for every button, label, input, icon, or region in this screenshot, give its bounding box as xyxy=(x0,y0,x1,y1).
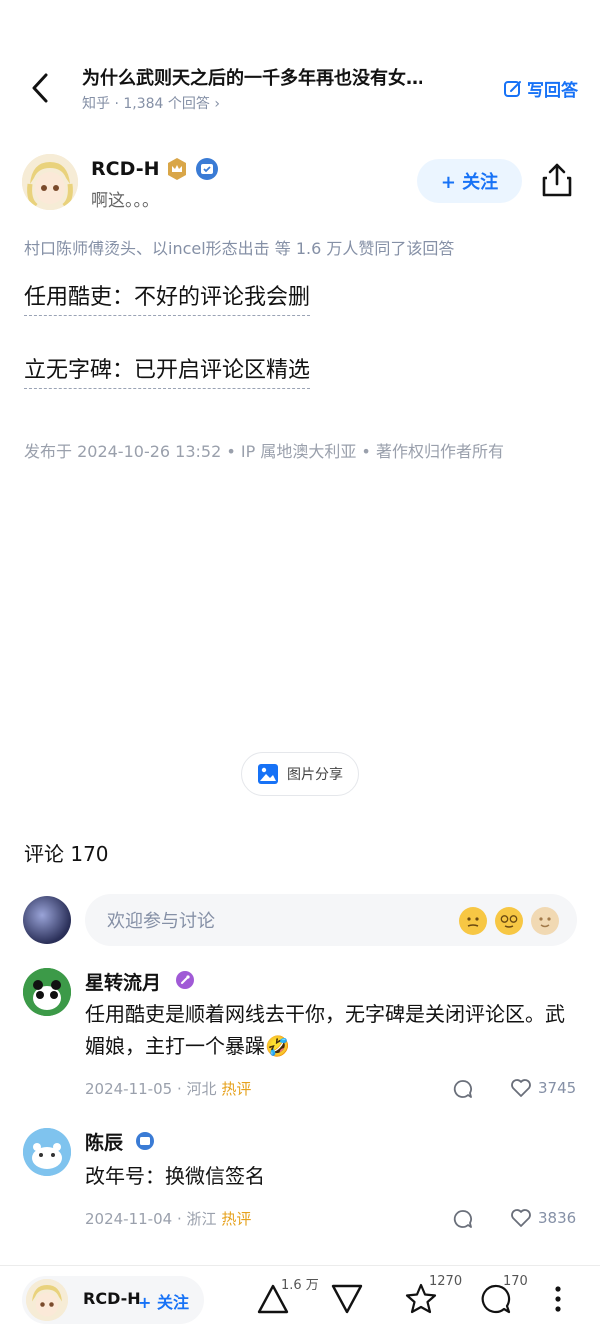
my-avatar[interactable] xyxy=(23,896,71,944)
creator-badge-icon xyxy=(176,971,194,989)
author-avatar[interactable] xyxy=(22,154,78,210)
source-label: 知乎 xyxy=(82,96,110,112)
comment-input[interactable]: 欢迎参与讨论 xyxy=(85,894,577,946)
like-button[interactable]: 3745 xyxy=(510,1078,576,1098)
hot-comment-tag: 热评 xyxy=(221,1210,252,1228)
header: 为什么武则天之后的一千多年再也没有女… 知乎 · 1,384 个回答 › 写回答 xyxy=(0,0,600,140)
comment-date: 2024-11-04 xyxy=(85,1210,173,1228)
question-subtitle[interactable]: 知乎 · 1,384 个回答 › xyxy=(82,93,220,113)
commenter-avatar[interactable] xyxy=(23,968,71,1016)
comment-date: 2024-11-05 xyxy=(85,1080,173,1098)
comment-input-placeholder: 欢迎参与讨论 xyxy=(107,911,215,932)
heart-icon xyxy=(511,1079,531,1097)
follow-button[interactable]: + 关注 xyxy=(417,159,522,203)
bottom-author-name: RCD-H xyxy=(83,1289,141,1308)
favorite-count: 1270 xyxy=(429,1274,463,1289)
comment-text: 任用酷吏是顺着网线去干你，无字碑是关闭评论区。武媚娘，主打一个暴躁🤣 xyxy=(85,1002,565,1058)
author-name[interactable]: RCD-H xyxy=(91,158,160,180)
comment-meta: 2024-11-04 · 浙江 热评 xyxy=(85,1210,252,1228)
write-answer-label: 写回答 xyxy=(527,81,578,101)
bottom-action-bar: RCD-H + 关注 1.6 万 1270 170 xyxy=(0,1265,600,1333)
crown-badge-icon xyxy=(168,158,186,180)
downvote-icon[interactable] xyxy=(330,1282,364,1316)
answer-line: 立无字碑：已开启评论区精选 xyxy=(24,352,311,389)
author-avatar xyxy=(26,1279,68,1321)
emoji-thinking-icon[interactable] xyxy=(459,907,487,935)
back-arrow-icon[interactable] xyxy=(26,70,56,106)
comment-item: 星转流月 任用酷吏是顺着网线去干你，无字碑是关闭评论区。武媚娘，主打一个暴躁🤣 … xyxy=(0,968,600,1108)
answer-line: 任用酷吏：不好的评论我会删 xyxy=(24,279,311,316)
anime-avatar-icon xyxy=(22,154,78,210)
reply-icon[interactable] xyxy=(452,1208,474,1230)
emoji-face-icon[interactable] xyxy=(531,907,559,935)
chevron-right-icon: › xyxy=(214,96,220,112)
verified-badge-icon xyxy=(196,158,218,180)
comment-text: 改年号：换微信签名 xyxy=(85,1164,265,1188)
image-share-button[interactable]: 图片分享 xyxy=(241,752,359,796)
commenter-name[interactable]: 陈辰 xyxy=(85,1128,123,1155)
upvote-count: 1.6 万 xyxy=(281,1278,319,1293)
hot-comment-tag: 热评 xyxy=(221,1080,252,1098)
verified-badge-icon xyxy=(136,1132,154,1150)
commenter-name[interactable]: 星转流月 xyxy=(85,968,161,995)
author-row: RCD-H 啊这。。。 + 关注 xyxy=(0,150,600,220)
emoji-glasses-icon[interactable] xyxy=(495,907,523,935)
comment-meta: 2024-11-05 · 河北 热评 xyxy=(85,1080,252,1098)
comments-title: 评论 170 xyxy=(24,842,109,866)
comment-item: 陈辰 改年号：换微信签名 2024-11-04 · 浙江 热评 3836 xyxy=(0,1128,600,1238)
publish-info: 发布于 2024-10-26 13:52 • IP 属地澳大利亚 • 著作权归作… xyxy=(24,442,504,461)
edit-icon xyxy=(504,80,521,97)
comment-count: 170 xyxy=(503,1274,528,1289)
like-count: 3836 xyxy=(538,1209,577,1227)
comment-location: 河北 xyxy=(186,1080,217,1098)
bottom-follow-button[interactable]: + 关注 xyxy=(138,1289,189,1313)
share-icon[interactable] xyxy=(540,162,574,198)
reply-icon[interactable] xyxy=(452,1078,474,1100)
more-icon[interactable] xyxy=(546,1282,570,1316)
answer-count: 1,384 个回答 xyxy=(123,96,210,112)
bottom-author-chip[interactable]: RCD-H + 关注 xyxy=(22,1276,204,1324)
heart-icon xyxy=(511,1209,531,1227)
image-share-label: 图片分享 xyxy=(287,767,343,783)
author-bio: 啊这。。。 xyxy=(91,191,159,211)
like-count: 3745 xyxy=(538,1079,577,1097)
image-icon xyxy=(258,764,278,784)
like-button[interactable]: 3836 xyxy=(510,1208,576,1228)
comment-location: 浙江 xyxy=(186,1210,217,1228)
question-title[interactable]: 为什么武则天之后的一千多年再也没有女… xyxy=(82,64,422,90)
write-answer-button[interactable]: 写回答 xyxy=(503,76,578,101)
upvoters-summary[interactable]: 村口陈师傅烫头、以incel形态出击 等 1.6 万人赞同了该回答 xyxy=(24,235,454,259)
commenter-avatar[interactable] xyxy=(23,1128,71,1176)
